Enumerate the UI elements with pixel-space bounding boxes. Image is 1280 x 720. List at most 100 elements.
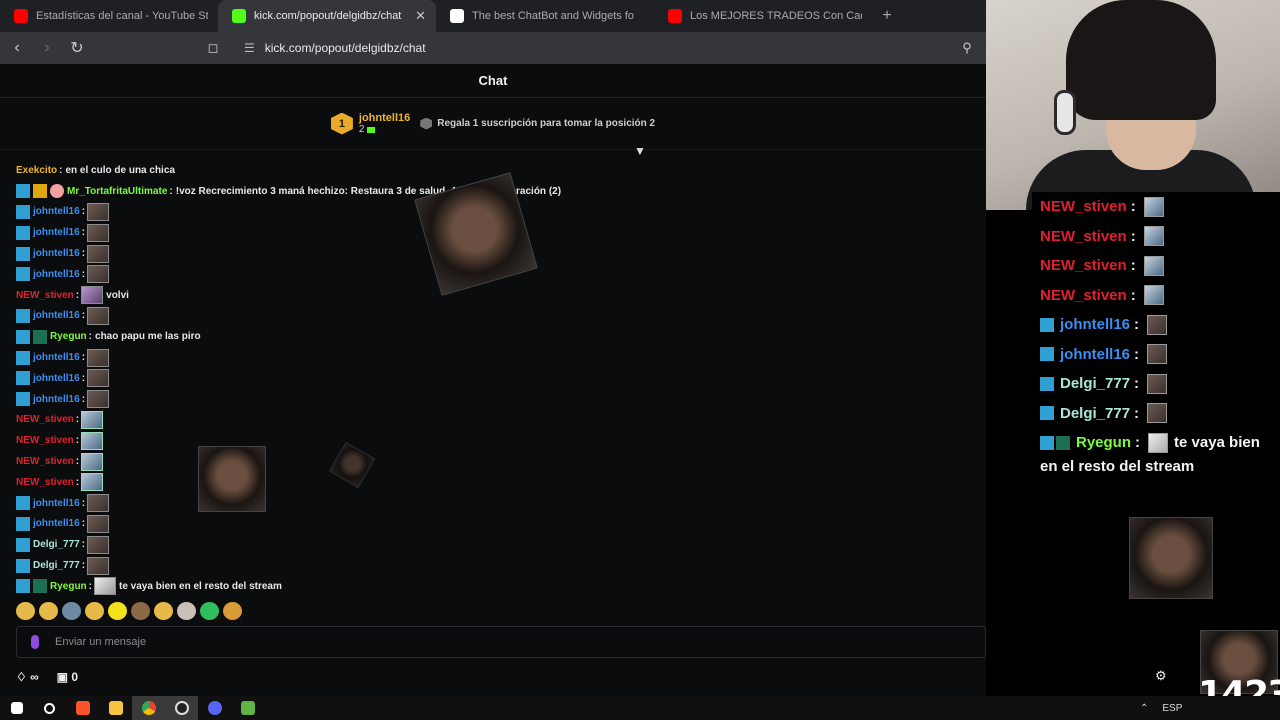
site-info-icon[interactable]: ☰ [244, 41, 255, 55]
bird-emote-icon[interactable] [81, 431, 104, 450]
emote-2-icon[interactable] [39, 602, 58, 620]
bird-emote-icon[interactable] [81, 452, 104, 471]
face-emote-icon[interactable] [87, 369, 110, 388]
face-emote-icon[interactable] [87, 223, 110, 242]
close-tab-icon[interactable]: ✕ [415, 8, 426, 24]
emote-3-icon[interactable] [62, 602, 81, 620]
settings-gear-icon[interactable]: ⚙ [1155, 668, 1167, 684]
chat-username[interactable]: johntell16 [33, 394, 80, 405]
search-icon[interactable] [33, 696, 66, 720]
emote-9-icon[interactable] [200, 602, 219, 620]
face-emote-icon[interactable] [87, 390, 110, 409]
bird-emote-icon[interactable] [81, 410, 104, 429]
chat-username[interactable]: johntell16 [33, 352, 80, 363]
viewers-toggle[interactable]: ♢ ∞ [16, 670, 39, 684]
back-icon[interactable]: ‹ [4, 35, 30, 61]
obs-icon[interactable] [165, 696, 198, 720]
chat-input-placeholder[interactable]: Enviar un mensaje [55, 636, 146, 648]
face-emote-icon[interactable] [87, 348, 110, 367]
chat-username[interactable]: johntell16 [33, 269, 80, 280]
overlay-username: Delgi_777 [1060, 375, 1131, 393]
chat-username[interactable]: johntell16 [33, 310, 80, 321]
browser-tab[interactable]: Los MEJORES TRADEOS Con Cada AI [654, 0, 872, 32]
face-emote-icon[interactable] [87, 514, 110, 533]
language-indicator[interactable]: ESP [1162, 703, 1182, 714]
face-emote-icon[interactable] [87, 306, 110, 325]
face-emote-icon[interactable] [87, 244, 110, 263]
chat-username[interactable]: johntell16 [33, 373, 80, 384]
start-icon[interactable] [0, 696, 33, 720]
chat-username[interactable]: NEW_stiven [16, 414, 74, 425]
chat-username[interactable]: johntell16 [33, 206, 80, 217]
bird-emote-icon[interactable] [81, 473, 104, 492]
face-emote-icon[interactable] [87, 202, 110, 221]
emote-8-icon[interactable] [177, 602, 196, 620]
chat-username[interactable]: NEW_stiven [16, 435, 74, 446]
crown-badge-icon [33, 184, 47, 199]
chat-input[interactable]: Enviar un mensaje [16, 626, 986, 658]
chat-username[interactable]: Mr_TortafritaUltimate [67, 186, 167, 197]
reload-icon[interactable]: ↻ [64, 35, 90, 61]
face-emote-icon[interactable] [87, 265, 110, 284]
emote-7-icon[interactable] [154, 602, 173, 620]
chat-username[interactable]: Delgi_777 [33, 539, 80, 550]
rank-badge: 1 [330, 112, 353, 135]
minecraft-icon[interactable] [231, 696, 264, 720]
purple-emote-icon[interactable] [81, 286, 104, 305]
browser-tab[interactable]: The best ChatBot and Widgets fo [436, 0, 654, 32]
leaderboard-entry[interactable]: 1 johntell16 2 [330, 112, 410, 135]
new-tab-button[interactable]: + [872, 0, 902, 32]
mod-tools[interactable]: ▣ 0 [57, 670, 78, 684]
emote-1-icon[interactable] [16, 602, 35, 620]
browser-tab[interactable]: kick.com/popout/delgidbz/chat ✕ [218, 0, 436, 32]
face-emote-icon[interactable] [87, 535, 110, 554]
face-emote-icon[interactable] [87, 556, 110, 575]
microphone-icon[interactable] [31, 635, 39, 649]
grid-badge-icon [1056, 435, 1070, 450]
zoom-icon[interactable]: ⚲ [954, 35, 980, 61]
face-emote-icon[interactable] [87, 494, 110, 513]
tab-title[interactable]: Estadísticas del canal - YouTube Studio [36, 10, 208, 22]
chat-username[interactable]: johntell16 [33, 498, 80, 509]
chat-separator: : [81, 227, 86, 239]
forward-icon[interactable]: › [34, 35, 60, 61]
overlay-message: NEW_stiven: [1032, 251, 1280, 281]
discord-icon[interactable] [198, 696, 231, 720]
chat-message: NEW_stiven: [16, 430, 656, 451]
chat-username[interactable]: johntell16 [33, 518, 80, 529]
gift-prompt[interactable]: Regala 1 suscripción para tomar la posic… [420, 117, 655, 130]
chrome-icon[interactable] [132, 696, 165, 720]
chevron-up-icon[interactable]: ⌃ [1140, 703, 1148, 714]
overlay-separator: : [1130, 286, 1136, 304]
scroll-to-bottom-icon[interactable]: ▼ [633, 144, 647, 158]
address-bar[interactable]: ☰ kick.com/popout/delgidbz/chat [244, 35, 942, 61]
file-explorer-icon[interactable] [99, 696, 132, 720]
emote-6-icon[interactable] [131, 602, 150, 620]
overlay-username: Ryegun [1076, 434, 1132, 452]
chat-username[interactable]: Exekcito [16, 165, 57, 176]
tab-title[interactable]: Los MEJORES TRADEOS Con Cada AI [690, 10, 862, 22]
overlay-message: NEW_stiven: [1032, 281, 1280, 311]
tab-title[interactable]: The best ChatBot and Widgets fo [472, 10, 644, 22]
chat-username[interactable]: johntell16 [33, 248, 80, 259]
chat-username[interactable]: NEW_stiven [16, 477, 74, 488]
grid-badge-icon [33, 579, 47, 594]
chat-username[interactable]: Delgi_777 [33, 560, 80, 571]
url-text[interactable]: kick.com/popout/delgidbz/chat [265, 41, 426, 55]
chat-username[interactable]: Ryegun [50, 331, 87, 342]
emote-10-icon[interactable] [223, 602, 242, 620]
chat-username[interactable]: Ryegun [50, 581, 87, 592]
chat-username[interactable]: johntell16 [33, 227, 80, 238]
white-emote-icon[interactable] [94, 577, 117, 596]
overlay-message: johntell16: [1032, 340, 1280, 370]
browser-tab[interactable]: Estadísticas del canal - YouTube Studio [0, 0, 218, 32]
chat-separator: : [75, 476, 80, 488]
bookmark-icon[interactable]: ◻ [200, 35, 226, 61]
chat-username[interactable]: NEW_stiven [16, 456, 74, 467]
emote-5-icon[interactable] [108, 602, 127, 620]
verified-badge-icon [16, 579, 30, 594]
emote-4-icon[interactable] [85, 602, 104, 620]
brave-icon[interactable] [66, 696, 99, 720]
tab-title[interactable]: kick.com/popout/delgidbz/chat [254, 10, 407, 22]
chat-username[interactable]: NEW_stiven [16, 290, 74, 301]
